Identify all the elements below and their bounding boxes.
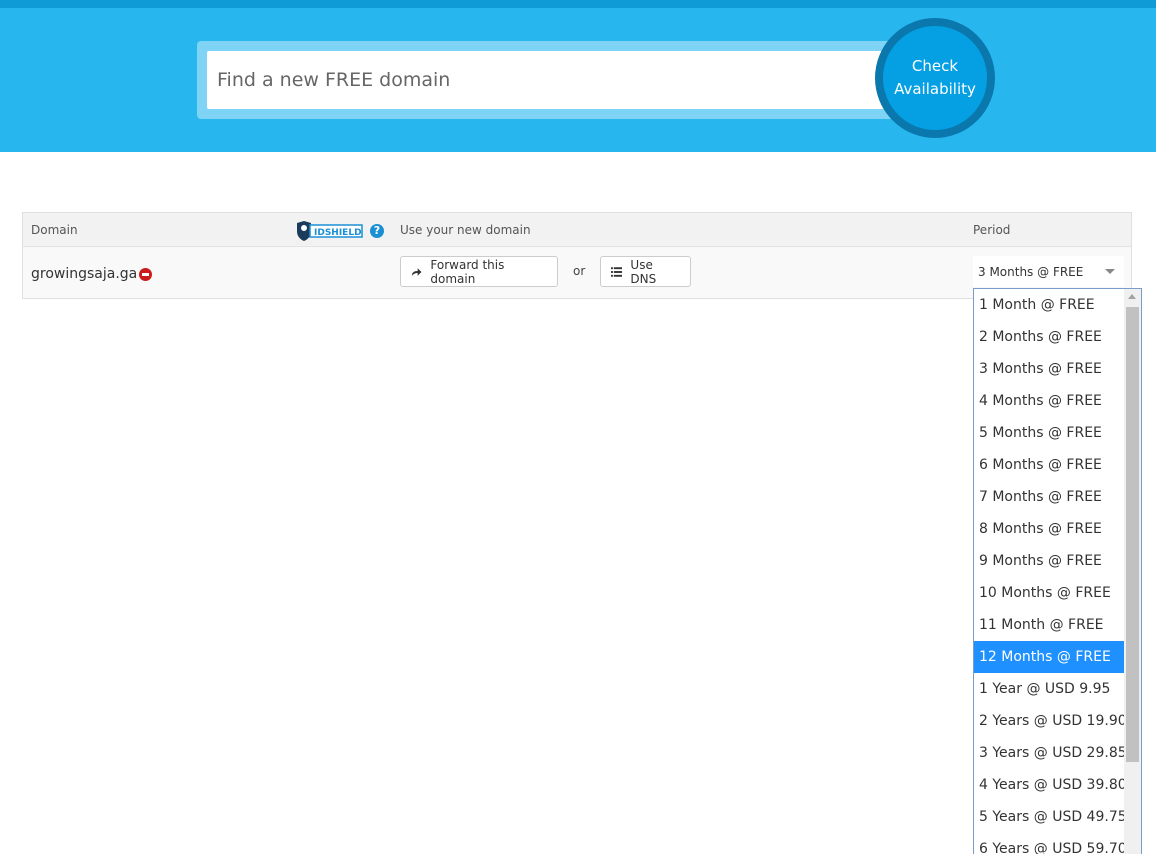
period-option[interactable]: 8 Months @ FREE: [974, 513, 1125, 545]
period-options: 1 Month @ FREE 2 Months @ FREE 3 Months @ …: [974, 289, 1127, 854]
help-icon[interactable]: ?: [370, 224, 384, 238]
period-option[interactable]: 5 Years @ USD 49.75: [974, 801, 1127, 833]
period-option[interactable]: 3 Years @ USD 29.85: [974, 737, 1127, 769]
period-option[interactable]: 2 Months @ FREE: [974, 321, 1125, 353]
period-option[interactable]: 9 Months @ FREE: [974, 545, 1125, 577]
period-option[interactable]: 5 Months @ FREE: [974, 417, 1125, 449]
period-option[interactable]: 4 Months @ FREE: [974, 385, 1125, 417]
search-hero: Check Availability: [0, 8, 1156, 152]
search-frame: [197, 41, 893, 119]
idshield-logo: IDSHIELD: [297, 221, 363, 241]
domain-search-input[interactable]: [207, 51, 887, 109]
period-option[interactable]: 2 Years @ USD 19.90: [974, 705, 1127, 737]
period-option[interactable]: 7 Months @ FREE: [974, 481, 1125, 513]
header-period: Period: [973, 223, 1011, 237]
period-dropdown-list: 1 Month @ FREE 2 Months @ FREE 3 Months @ …: [973, 288, 1142, 854]
use-dns-button[interactable]: Use DNS: [600, 256, 691, 287]
period-option[interactable]: 1 Year @ USD 9.95: [974, 673, 1125, 705]
or-separator: or: [573, 264, 586, 278]
forward-arrow-icon: [411, 267, 422, 276]
header-use-domain: Use your new domain: [400, 223, 531, 237]
domain-name: growingsaja.ga: [31, 266, 138, 282]
forward-domain-button[interactable]: Forward this domain: [400, 256, 558, 287]
remove-icon[interactable]: [139, 268, 152, 281]
scroll-thumb[interactable]: [1126, 307, 1139, 762]
period-select[interactable]: 3 Months @ FREE: [973, 256, 1124, 287]
domain-table: Domain IDSHIELD ? Use your new domain Pe…: [22, 212, 1132, 299]
period-option[interactable]: 12 Months @ FREE: [974, 641, 1125, 673]
period-option[interactable]: 1 Month @ FREE: [974, 289, 1125, 321]
check-availability-label: Check Availability: [894, 57, 976, 98]
list-icon: [611, 266, 623, 277]
table-header: Domain IDSHIELD ? Use your new domain Pe…: [23, 213, 1131, 247]
period-option[interactable]: 6 Months @ FREE: [974, 449, 1125, 481]
table-row: growingsaja.ga Forward this domain or Us…: [23, 247, 1131, 298]
svg-text:IDSHIELD: IDSHIELD: [314, 228, 362, 238]
dropdown-scrollbar[interactable]: [1124, 289, 1141, 854]
header-domain: Domain: [31, 223, 78, 237]
period-option[interactable]: 11 Month @ FREE: [974, 609, 1125, 641]
check-availability-button[interactable]: Check Availability: [875, 18, 995, 138]
chevron-down-icon: [1105, 269, 1115, 274]
scroll-up-arrow-icon[interactable]: [1128, 294, 1136, 299]
period-option[interactable]: 4 Years @ USD 39.80: [974, 769, 1127, 801]
top-accent-line: [0, 0, 1156, 8]
period-option[interactable]: 6 Years @ USD 59.70: [974, 833, 1127, 854]
period-option[interactable]: 10 Months @ FREE: [974, 577, 1125, 609]
period-option[interactable]: 3 Months @ FREE: [974, 353, 1125, 385]
